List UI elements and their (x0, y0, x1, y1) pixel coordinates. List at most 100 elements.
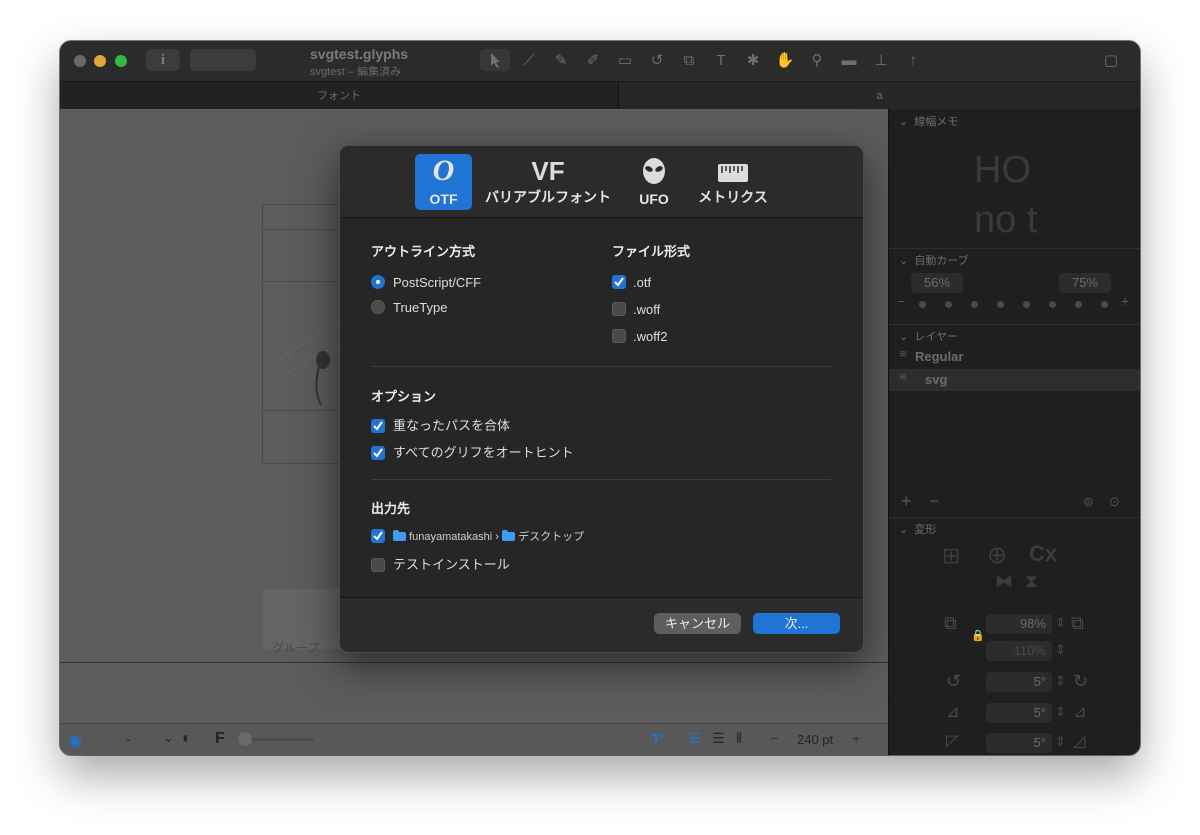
scale-field[interactable]: 98% (986, 614, 1052, 634)
stepper-icon[interactable]: ⇕ (1055, 704, 1066, 720)
tab-variable-font-label: バリアブルフォント (485, 189, 611, 205)
add-layer-button[interactable]: + (901, 491, 912, 512)
flip-vertical-icon[interactable]: ⧗ (1025, 571, 1038, 592)
pencil-tool-icon[interactable]: ✐ (582, 50, 604, 72)
stepper-icon[interactable]: ⇕ (1055, 734, 1066, 750)
checkbox-merge-overlaps[interactable] (371, 419, 385, 433)
transform-title[interactable]: ⌄ 変形 (899, 521, 936, 537)
slant-right-icon[interactable]: ⊿ (1073, 702, 1086, 722)
radio-truetype[interactable] (371, 300, 385, 314)
node-tool-icon[interactable]: ⟋ (518, 50, 540, 72)
auto-curve-right-field[interactable]: 75% (1059, 273, 1111, 293)
rotate-tool-icon[interactable]: ↺ (646, 50, 668, 72)
eye-icon[interactable]: ◉ (68, 731, 82, 751)
pen-tool-icon[interactable]: ✎ (550, 50, 572, 72)
woff-format-label[interactable]: .woff (633, 301, 660, 319)
postscript-cff-label[interactable]: PostScript/CFF (393, 274, 481, 292)
export-format-tabs: O OTF VF バリアブルフォント UFO メトリクス (340, 146, 863, 218)
rotate-right-icon[interactable]: ↻ (1073, 671, 1088, 692)
tab-font[interactable]: フォント (60, 82, 619, 110)
stepper-icon[interactable]: ⇕ (1055, 642, 1066, 658)
zoom-tool-icon[interactable]: ⚲ (806, 50, 828, 72)
contrast-icon[interactable]: ◐ (182, 730, 192, 748)
next-button[interactable]: 次... (753, 613, 840, 634)
justify-icon[interactable]: ⦀ (736, 730, 742, 747)
radio-postscript-cff[interactable] (371, 275, 385, 289)
text-tools-icon[interactable]: T° (652, 731, 665, 746)
stepper-icon[interactable]: ⇕ (1055, 615, 1066, 631)
filter-icon[interactable]: ⊜ (1083, 494, 1094, 510)
auto-curve-title[interactable]: ⌄ 自動カーブ (899, 252, 969, 268)
path-user: funayamatakashi (409, 531, 493, 543)
skew-right-icon[interactable]: ◿ (1073, 731, 1085, 751)
test-install-label[interactable]: テストインストール (393, 556, 510, 574)
align-right-icon[interactable]: ☰ (712, 730, 725, 747)
hand-tool-icon[interactable]: ✋ (774, 50, 796, 72)
rotate-left-icon[interactable]: ↺ (946, 671, 961, 692)
stepper-icon[interactable]: ⇕ (1055, 673, 1066, 689)
skew-field[interactable]: 5° (986, 733, 1052, 753)
chevron-down-icon[interactable]: ⌄ (163, 730, 174, 746)
checkbox-test-install[interactable] (371, 558, 385, 572)
checkbox-export-path[interactable] (371, 529, 385, 543)
autohint-label[interactable]: すべてのグリフをオートヒント (393, 444, 574, 462)
slant-field[interactable]: 5° (986, 703, 1052, 723)
view-toggle-button[interactable] (190, 49, 256, 71)
rotate-field[interactable]: 5° (986, 672, 1052, 692)
layer-item[interactable]: ≋ svg (889, 369, 1140, 391)
cx-label[interactable]: Cx (1029, 541, 1057, 567)
tab-ufo[interactable]: UFO (628, 154, 680, 210)
slant-left-icon[interactable]: ⊿ (946, 702, 959, 722)
stem-memo-title[interactable]: ⌄ 線幅メモ (899, 113, 958, 129)
title-bar: i svgtest.glyphs svgtest – 編集済み ⟋ ✎ ✐ ▭ … (60, 41, 1140, 81)
stamp-tool-icon[interactable]: ⊥ (870, 50, 892, 72)
size-plus-button[interactable]: + (852, 730, 860, 746)
origin-grid-icon[interactable]: ⊞ (942, 543, 960, 569)
merge-overlaps-label[interactable]: 重なったパスを合体 (393, 417, 510, 435)
woff2-format-label[interactable]: .woff2 (633, 328, 667, 346)
select-tool-button[interactable] (480, 49, 510, 71)
tab-glyph-a[interactable]: a (619, 82, 1140, 110)
export-arrow-icon[interactable]: ↑ (902, 50, 924, 72)
layer-item[interactable]: ≋ Regular (889, 347, 1140, 367)
checkbox-autohint[interactable] (371, 446, 385, 460)
cancel-button[interactable]: キャンセル (654, 613, 741, 634)
auto-curve-left-field[interactable]: 56% (911, 273, 963, 293)
zoom-window-button[interactable] (115, 55, 127, 67)
otf-format-label[interactable]: .otf (633, 274, 651, 292)
tab-metrics[interactable]: メトリクス (693, 154, 773, 210)
rectangle-tool-icon[interactable]: ▭ (614, 50, 636, 72)
measure-tool-icon[interactable]: ▬ (838, 50, 860, 72)
text-tool-icon[interactable]: T (710, 50, 732, 72)
layers-title[interactable]: ⌄ レイヤー (899, 328, 958, 344)
annotation-tool-icon[interactable]: ✱ (742, 50, 764, 72)
close-window-button[interactable] (74, 55, 86, 67)
crosshair-icon[interactable]: ⊕ (987, 541, 1007, 570)
scale-tool-icon[interactable]: ⧉ (678, 50, 700, 72)
scale-field-2[interactable]: 110% (986, 641, 1052, 661)
size-minus-button[interactable]: − (770, 730, 778, 746)
skew-left-icon[interactable]: ◸ (946, 731, 958, 751)
truetype-label[interactable]: TrueType (393, 299, 447, 317)
tab-otf[interactable]: O OTF (415, 154, 472, 210)
checkbox-woff2[interactable] (612, 329, 626, 343)
preview-slider[interactable] (238, 732, 314, 746)
export-path-control[interactable]: funayamatakashi › デスクトップ (393, 528, 584, 544)
lock-icon[interactable]: 🔒 (971, 629, 985, 642)
window-title: svgtest.glyphs (310, 46, 409, 62)
sidebar-toggle-icon[interactable]: ▢ (1100, 50, 1122, 72)
flip-horizontal-icon[interactable]: ⧓ (995, 571, 1013, 592)
tab-variable-font[interactable]: VF バリアブルフォント (483, 154, 613, 210)
right-sidebar: ⌄ 線幅メモ HO no t ⌄ 自動カーブ 56% 75% − + ⌄ レイヤ… (888, 109, 1140, 755)
slider-knob[interactable] (238, 732, 252, 746)
size-value[interactable]: 240 pt (797, 732, 833, 747)
auto-curve-slider[interactable]: − + (897, 293, 1133, 311)
checkbox-otf[interactable] (612, 275, 626, 289)
info-button[interactable]: i (146, 49, 180, 71)
minimize-window-button[interactable] (94, 55, 106, 67)
remove-layer-button[interactable]: − (929, 491, 940, 512)
scale-up-icon[interactable]: ⧉ (1071, 613, 1084, 634)
checkbox-woff[interactable] (612, 302, 626, 316)
align-left-icon[interactable]: ☰ (688, 730, 701, 747)
more-options-icon[interactable]: ⊙ (1109, 494, 1120, 510)
